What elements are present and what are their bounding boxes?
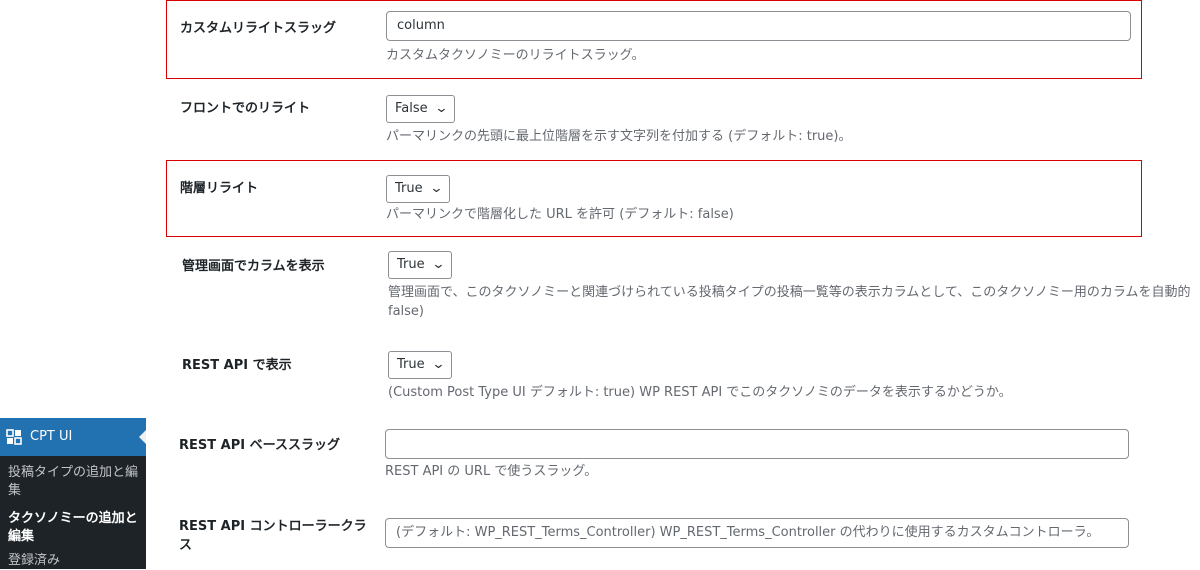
submenu-add-edit-taxonomies[interactable]: タクソノミーの追加と編集 — [8, 510, 138, 546]
rest-controller-label-line1: REST API コントローラークラ — [179, 519, 367, 534]
settings-table: カスタムリライトスラッグ column カスタムタクソノミーのリライトスラッグ。… — [158, 0, 1200, 569]
highlight-box-rewrite-slug — [166, 0, 1142, 79]
chevron-down-icon: ⌄ — [434, 101, 449, 116]
rewrite-withfront-label: フロントでのリライト — [180, 101, 311, 116]
rewrite-withfront-value: False — [395, 101, 428, 116]
current-menu-arrow — [139, 430, 146, 444]
show-admin-column-value: True — [397, 257, 425, 272]
rewrite-withfront-select[interactable]: False ⌄ — [386, 95, 455, 123]
highlight-box-hierarchical — [166, 160, 1142, 237]
menu-cpt-ui[interactable]: CPT UI — [0, 418, 146, 456]
rest-base-input[interactable] — [385, 429, 1129, 459]
show-admin-column-select[interactable]: True ⌄ — [388, 251, 452, 279]
show-in-rest-select[interactable]: True ⌄ — [388, 351, 452, 379]
show-admin-column-description-line2: false) — [388, 304, 424, 319]
cpt-ui-grid-icon — [6, 429, 22, 445]
rest-base-description: REST API の URL で使うスラッグ。 — [385, 464, 598, 479]
show-admin-column-description-line1: 管理画面で、このタクソノミーと関連づけられている投稿タイプの投稿一覧等の表示カラ… — [388, 285, 1191, 300]
chevron-down-icon: ⌄ — [431, 357, 446, 372]
show-in-rest-description: (Custom Post Type UI デフォルト: true) WP RES… — [388, 385, 1012, 400]
show-admin-column-label: 管理画面でカラムを表示 — [182, 259, 325, 274]
show-in-rest-label: REST API で表示 — [182, 358, 292, 373]
rest-controller-label-line2: ス — [179, 538, 193, 553]
rest-base-label: REST API ベーススラッグ — [179, 438, 340, 453]
admin-sidebar: CPT UI 投稿タイプの追加と編集 タクソノミーの追加と編集 登録済み — [0, 418, 146, 569]
rewrite-withfront-description: パーマリンクの先頭に最上位階層を示す文字列を付加する (デフォルト: true)… — [386, 129, 852, 144]
show-in-rest-value: True — [397, 357, 425, 372]
rest-controller-input[interactable]: (デフォルト: WP_REST_Terms_Controller) WP_RES… — [385, 518, 1129, 548]
menu-cpt-ui-label: CPT UI — [30, 429, 73, 444]
submenu-registered[interactable]: 登録済み — [8, 552, 138, 570]
submenu-add-edit-post-types[interactable]: 投稿タイプの追加と編集 — [8, 464, 138, 500]
sidebar-gap — [146, 418, 158, 569]
chevron-down-icon: ⌄ — [431, 257, 446, 272]
